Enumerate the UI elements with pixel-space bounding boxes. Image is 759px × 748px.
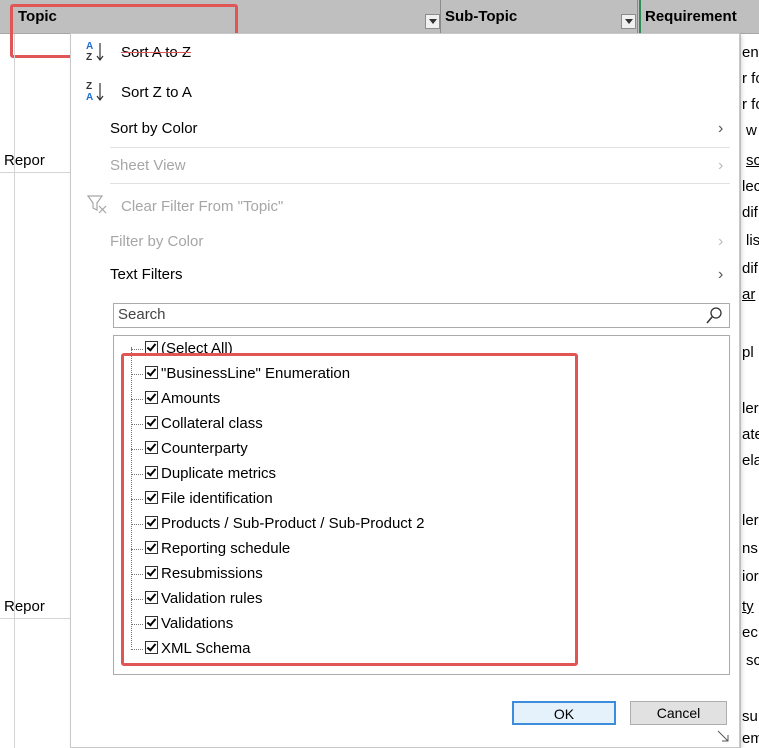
sub-topic-header[interactable]: Sub-Topic — [441, 0, 616, 33]
sort-z-to-a-item[interactable]: Sort Z to A — [121, 83, 192, 103]
cell-fragment: w — [746, 122, 757, 139]
cell-fragment: ler — [742, 512, 759, 529]
cell-fragment: ty — [742, 598, 754, 615]
menu-separator — [110, 147, 730, 148]
sort-a-to-z-icon: A Z — [86, 41, 104, 62]
svg-text:Z: Z — [86, 52, 92, 62]
chevron-right-icon: › — [718, 157, 724, 174]
search-input[interactable]: Search — [113, 303, 730, 328]
sort-z-to-a-icon: Z A — [86, 81, 104, 102]
chevron-right-icon: › — [718, 266, 724, 283]
cell-fragment: ler — [742, 400, 759, 417]
clear-filter-icon — [86, 195, 107, 214]
menu-separator — [110, 183, 730, 184]
cell-fragment: ent — [742, 44, 759, 61]
clear-filter-item[interactable]: Clear Filter From "Topic" — [121, 197, 283, 217]
cell-fragment: lec — [742, 178, 759, 195]
cell-fragment: dif — [742, 204, 758, 221]
list-highlight-box — [121, 353, 578, 666]
requirement-header[interactable]: Requirement — [639, 0, 759, 33]
svg-text:A: A — [86, 92, 93, 102]
grid-line — [0, 618, 70, 619]
tree-connector — [131, 349, 143, 350]
search-placeholder: Search — [118, 306, 166, 323]
topic-filter-dropdown-icon[interactable] — [425, 14, 440, 29]
chevron-right-icon: › — [718, 233, 724, 250]
cell-fragment: ns , — [742, 540, 759, 557]
filter-by-color-item[interactable]: Filter by Color — [110, 232, 203, 252]
cell-fragment: ela — [742, 452, 759, 469]
cell-fragment: sc — [746, 652, 759, 669]
cell-fragment: ate — [742, 426, 759, 443]
cell-fragment: em — [742, 730, 759, 747]
svg-text:A: A — [86, 41, 93, 52]
cell-fragment: su — [742, 708, 758, 725]
svg-text:Z: Z — [86, 81, 92, 92]
sort-by-color-item[interactable]: Sort by Color — [110, 119, 198, 139]
column-divider — [637, 0, 638, 33]
sub-topic-filter-dropdown-icon[interactable] — [621, 14, 636, 29]
search-icon — [706, 307, 722, 324]
sort-a-to-z-item[interactable]: Sort A to Z — [121, 43, 191, 63]
grid-line — [740, 34, 741, 748]
cell-fragment: r fo — [742, 96, 759, 113]
ok-button[interactable]: OK — [512, 701, 616, 725]
resize-grip-icon[interactable] — [716, 729, 732, 745]
sheet-view-item[interactable]: Sheet View — [110, 156, 186, 176]
grid-line — [0, 172, 70, 173]
text-filters-item[interactable]: Text Filters — [110, 265, 183, 285]
chevron-right-icon: › — [718, 120, 724, 137]
cancel-button[interactable]: Cancel — [630, 701, 727, 725]
cell-fragment: Repor — [4, 152, 45, 169]
cell-fragment: pl — [742, 344, 754, 361]
cell-fragment: dif — [742, 260, 758, 277]
cell-fragment: sc — [746, 152, 759, 169]
grid-line — [14, 34, 15, 748]
cell-fragment: ior — [742, 568, 759, 585]
cell-fragment: ar — [742, 286, 756, 303]
cell-fragment: r fo — [742, 70, 759, 87]
cell-fragment: lis — [746, 232, 759, 249]
cell-fragment: Repor — [4, 598, 45, 615]
cell-fragment: ec — [742, 624, 758, 641]
